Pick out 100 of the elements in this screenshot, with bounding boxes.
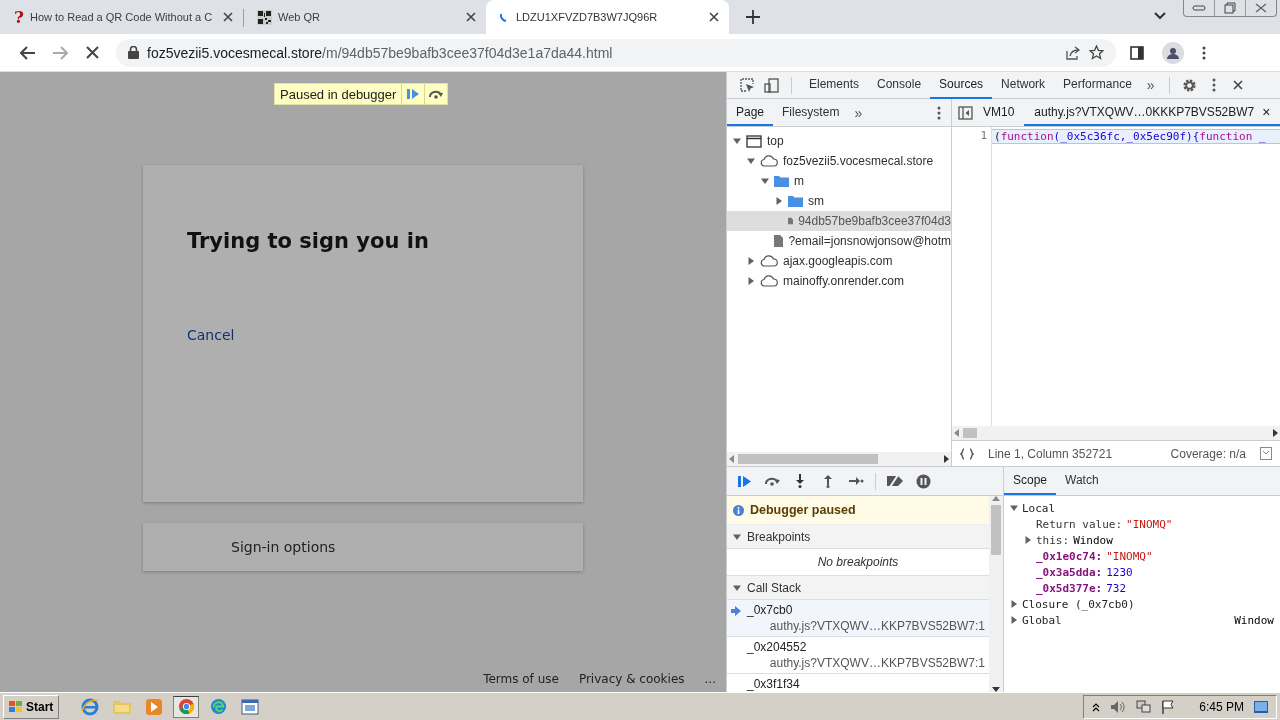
sidebar-tab[interactable]: Watch — [1056, 467, 1108, 495]
editor-tab[interactable]: authy.js?VTXQWV…0KKKP7BVS52BW7 × — [1024, 99, 1280, 126]
close-icon[interactable] — [223, 12, 233, 22]
collapsed-arrow-icon[interactable] — [1010, 616, 1018, 624]
new-tab-icon[interactable] — [745, 9, 761, 25]
footer-link[interactable]: Terms of use — [483, 672, 559, 686]
panel-tab[interactable]: Console — [868, 71, 931, 99]
scroll-left-icon[interactable] — [729, 455, 734, 463]
deactivate-breakpoints-icon[interactable] — [886, 475, 904, 487]
file-tree-item[interactable]: top — [727, 131, 951, 151]
step-over-icon — [428, 89, 445, 99]
resume-icon[interactable] — [736, 474, 752, 488]
more-options-icon[interactable] — [1202, 45, 1206, 60]
close-icon[interactable] — [1255, 3, 1267, 13]
editor-tab[interactable]: VM10 — [973, 99, 1025, 126]
scroll-right-icon[interactable] — [944, 455, 949, 463]
panel-tab[interactable]: Performance — [1054, 71, 1141, 99]
browser-e-icon[interactable] — [81, 697, 100, 716]
cursor-position: Line 1, Column 352721 — [988, 446, 1113, 461]
restore-icon[interactable] — [1224, 2, 1236, 14]
collapsed-arrow-icon[interactable] — [747, 257, 755, 265]
address-bar[interactable]: foz5vezii5.vocesmecal.store/m/94db57be9bafb3cee37f04d3e1a7da44.html — [116, 38, 1116, 67]
sidebar-tab[interactable]: Scope — [1004, 467, 1057, 495]
more-tabs-button[interactable]: » — [848, 104, 869, 121]
share-icon[interactable] — [1066, 45, 1081, 60]
call-stack-frame[interactable]: _0x7cb0 authy.js?VTXQWV…KKP7BVS52BW7:1 — [727, 600, 989, 637]
show-desktop-icon[interactable] — [1254, 700, 1268, 713]
toggle-sidebar-icon[interactable] — [958, 105, 973, 120]
file-tree-item[interactable]: mainoffy.onrender.com — [727, 271, 951, 291]
flag-icon[interactable] — [1161, 699, 1176, 714]
file-tree-item[interactable]: ajax.googleapis.com — [727, 251, 951, 271]
footer-link[interactable]: ... — [704, 672, 716, 686]
step-over-icon[interactable] — [763, 476, 781, 486]
close-tab-button[interactable]: × — [1262, 103, 1271, 120]
expanded-arrow-icon[interactable] — [761, 177, 769, 185]
collapsed-arrow-icon[interactable] — [747, 277, 755, 285]
chrome-icon[interactable] — [177, 698, 195, 715]
scrollbar-thumb[interactable] — [991, 505, 1001, 555]
inspect-element-icon[interactable] — [739, 77, 755, 93]
stop-loading-icon[interactable] — [85, 46, 99, 59]
close-icon[interactable] — [466, 12, 476, 22]
profile-avatar[interactable] — [1162, 41, 1184, 64]
close-icon[interactable] — [1232, 80, 1243, 90]
scrollbar-thumb[interactable] — [963, 428, 977, 438]
collapsed-arrow-icon[interactable] — [1024, 536, 1032, 544]
file-tree-item[interactable]: sm — [727, 191, 951, 211]
scrollbar-thumb[interactable] — [738, 454, 878, 464]
more-tabs-button[interactable]: » — [1140, 77, 1161, 93]
file-tree-item[interactable]: m — [727, 171, 951, 191]
browser-tab[interactable]: LDZU1XFVZD7B3W7JQ96R — [486, 0, 729, 34]
start-button[interactable]: Start — [3, 694, 60, 719]
vertical-scrollbar[interactable] — [989, 496, 1003, 692]
step-icon[interactable] — [848, 477, 864, 485]
panel-tab[interactable]: Network — [992, 71, 1055, 99]
side-panel-icon[interactable] — [1130, 45, 1144, 60]
collapsed-arrow-icon[interactable] — [1010, 600, 1018, 608]
scroll-right-icon[interactable] — [1273, 429, 1278, 437]
expanded-arrow-icon[interactable] — [733, 137, 741, 145]
expanded-arrow-icon[interactable] — [747, 157, 755, 165]
file-tree-item[interactable]: foz5vezii5.vocesmecal.store — [727, 151, 951, 171]
collapsed-arrow-icon[interactable] — [775, 197, 783, 205]
close-icon[interactable] — [709, 12, 719, 22]
scroll-left-icon[interactable] — [954, 429, 959, 437]
more-options-icon[interactable] — [1211, 78, 1216, 92]
file-tree-item[interactable]: ?email=jonsnowjonsow@hotm — [727, 231, 951, 251]
navigator-tab[interactable]: Page — [727, 99, 774, 126]
panel-tab[interactable]: Elements — [800, 71, 869, 99]
edge-icon[interactable] — [209, 698, 227, 715]
speaker-icon[interactable] — [1110, 699, 1127, 714]
question-mark-icon: ? — [14, 8, 24, 26]
window-icon[interactable] — [241, 698, 260, 715]
chevron-up-icon[interactable] — [1092, 701, 1101, 712]
chevron-down-icon[interactable] — [1154, 12, 1166, 20]
expanded-arrow-icon[interactable] — [1010, 504, 1018, 512]
media-player-icon[interactable] — [146, 698, 163, 715]
coverage-icon[interactable] — [1260, 447, 1272, 460]
more-options-icon[interactable] — [937, 105, 941, 120]
navigator-tab[interactable]: Filesystem — [773, 99, 849, 126]
section-header[interactable]: Call Stack — [727, 576, 989, 600]
pretty-print-icon[interactable] — [960, 447, 974, 460]
settings-icon[interactable] — [1182, 77, 1198, 93]
device-toolbar-icon[interactable] — [763, 77, 779, 93]
horizontal-scrollbar[interactable] — [727, 452, 951, 466]
minimize-icon[interactable] — [1192, 5, 1206, 11]
star-icon[interactable] — [1089, 45, 1104, 60]
back-arrow-icon[interactable] — [20, 45, 36, 60]
footer-link[interactable]: Privacy & cookies — [578, 672, 685, 686]
expanded-arrow-icon[interactable] — [733, 583, 741, 592]
pause-icon[interactable] — [915, 473, 931, 489]
section-header[interactable]: Breakpoints — [727, 525, 989, 549]
step-out-icon[interactable] — [823, 474, 833, 488]
cancel-link[interactable]: Cancel — [187, 327, 235, 343]
sign-in-options-button[interactable]: Sign-in options — [143, 523, 583, 571]
expanded-arrow-icon[interactable] — [733, 532, 741, 541]
step-into-icon[interactable] — [795, 474, 805, 488]
file-tree-item[interactable]: 94db57be9bafb3cee37f04d3 — [727, 211, 951, 231]
horizontal-scrollbar[interactable] — [952, 426, 1280, 440]
browser-tab[interactable]: ? How to Read a QR Code Without a C — [0, 0, 243, 34]
network-icon[interactable] — [1136, 699, 1152, 714]
browser-tab[interactable]: Web QR — [243, 0, 486, 34]
